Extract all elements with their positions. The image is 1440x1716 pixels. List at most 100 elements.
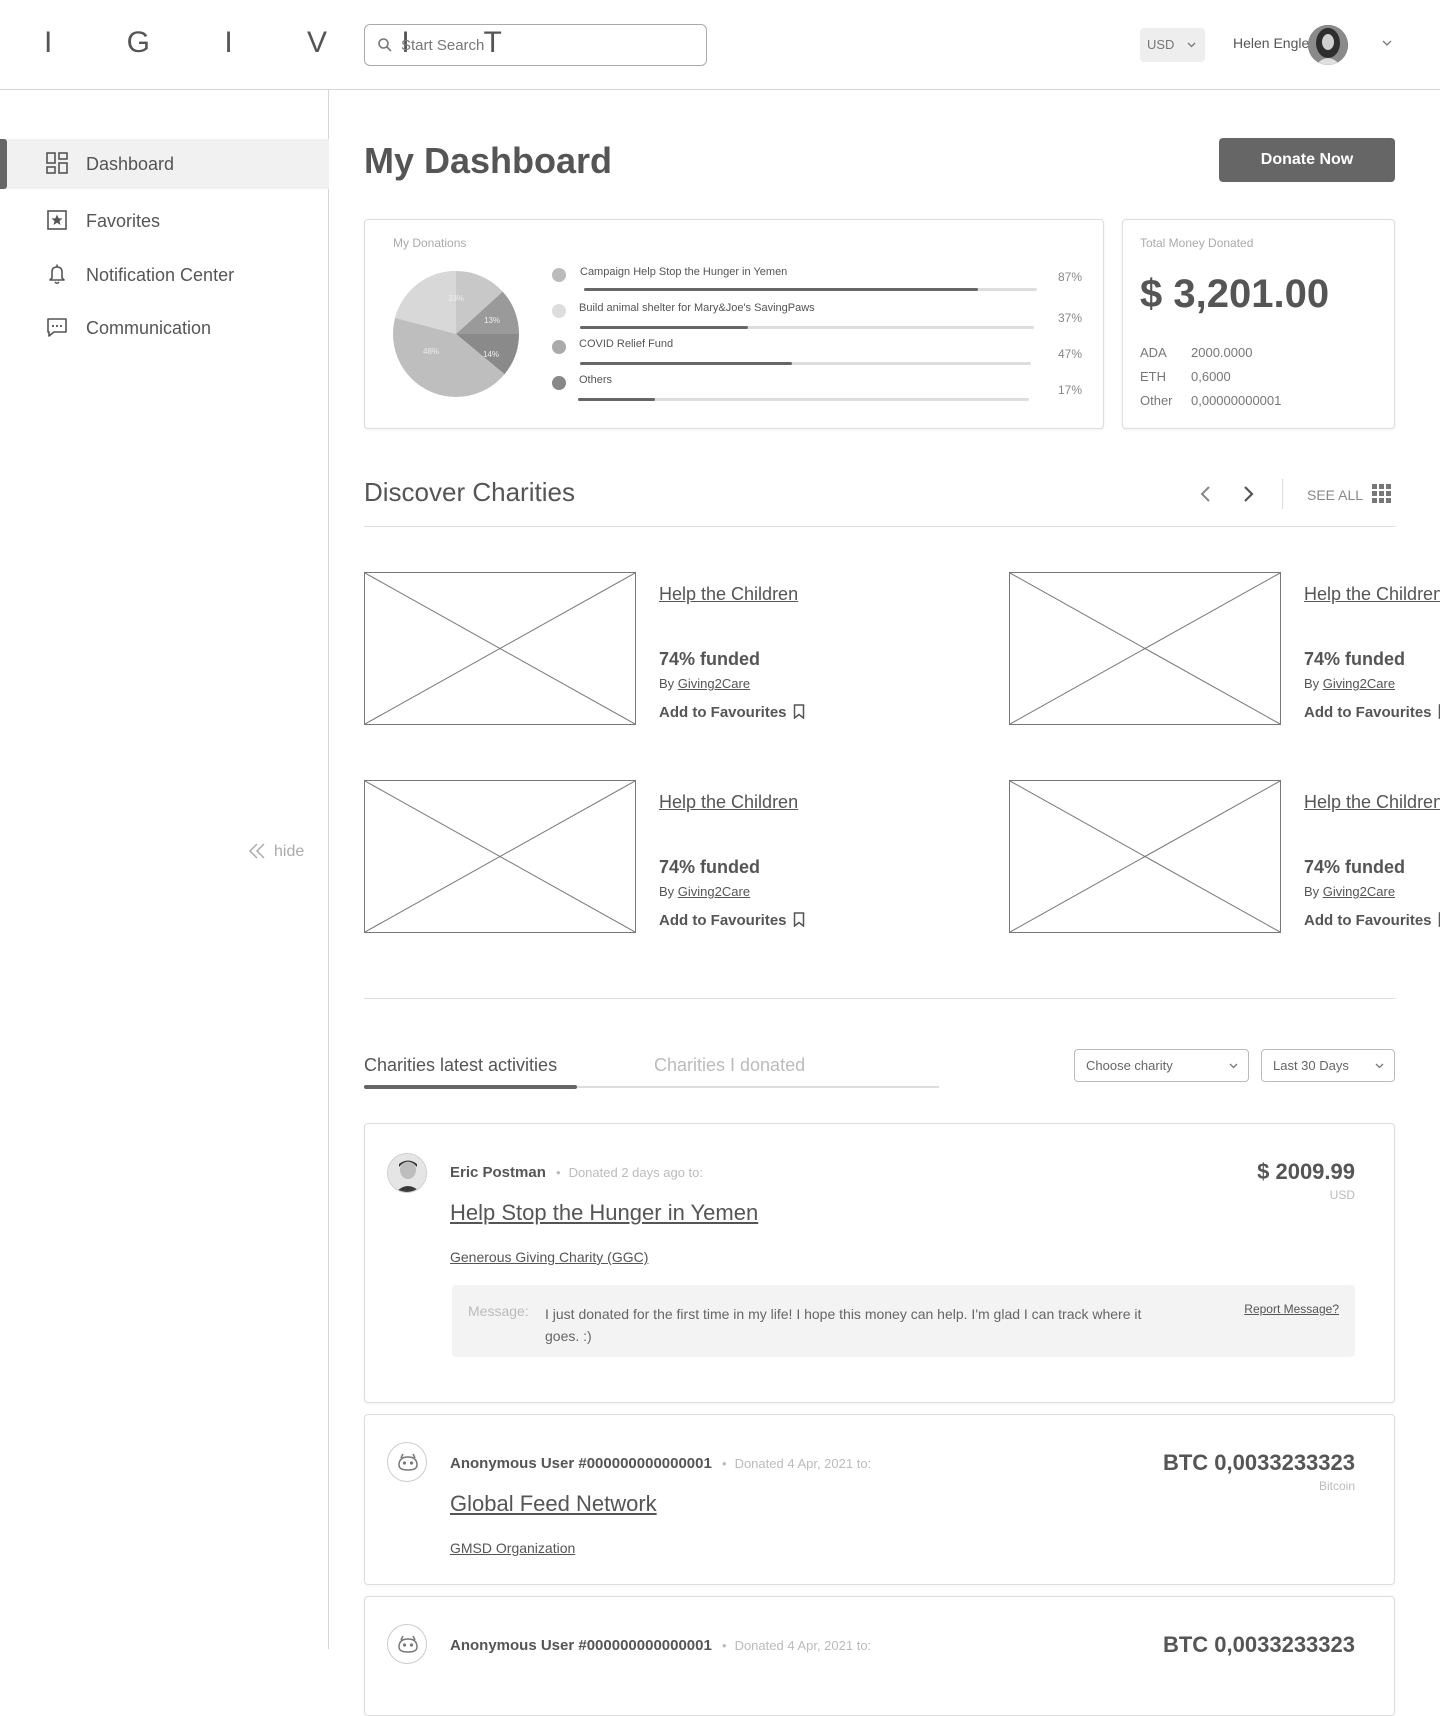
currency-value: USD: [1147, 37, 1175, 52]
chevron-down-icon[interactable]: [1382, 40, 1392, 46]
campaign-link[interactable]: Help Stop the Hunger in Yemen: [450, 1200, 758, 1226]
search-box[interactable]: [364, 24, 707, 66]
anonymous-avatar: [387, 1442, 427, 1482]
charity-image-placeholder[interactable]: [1009, 780, 1281, 933]
by-label: By: [659, 676, 675, 691]
bell-icon: [49, 264, 65, 285]
progress-fill: [580, 326, 748, 329]
charity-card: Help the Children 74% funded By Giving2Car…: [1009, 780, 1440, 935]
double-chevron-left-icon: [248, 843, 265, 859]
crypto-value: 0,6000: [1191, 369, 1231, 384]
see-all-link[interactable]: SEE ALL: [1307, 487, 1363, 503]
user-avatar[interactable]: [1308, 25, 1348, 65]
user-avatar[interactable]: [387, 1153, 427, 1193]
organizer-link[interactable]: Giving2Care: [678, 676, 750, 691]
donation-percent: 17%: [1057, 383, 1082, 397]
charity-organizer: By Giving2Care: [659, 676, 750, 691]
star-icon: [47, 210, 67, 230]
donation-meta-text: Donated 4 Apr, 2021 to:: [734, 1638, 872, 1653]
charity-title-link[interactable]: Help the Children: [659, 584, 798, 605]
donate-now-button[interactable]: Donate Now: [1219, 138, 1395, 182]
charity-title-link[interactable]: Help the Children: [659, 792, 798, 813]
anonymous-mask-icon: [398, 1453, 418, 1471]
organizer-link[interactable]: Giving2Care: [678, 884, 750, 899]
donation-name[interactable]: Build animal shelter for Mary&Joe's Savi…: [579, 302, 815, 314]
card-label: Total Money Donated: [1140, 236, 1254, 250]
progress-track: [578, 398, 1029, 401]
donation-meta-text: Donated 2 days ago to:: [568, 1165, 703, 1180]
hide-sidebar-button[interactable]: hide: [248, 843, 304, 861]
charity-image-placeholder[interactable]: [364, 780, 636, 933]
crypto-code: Other: [1140, 393, 1173, 408]
charity-card: Help the Children 74% funded By Giving2Car…: [364, 572, 924, 727]
tab-latest-activities[interactable]: Charities latest activities: [364, 1055, 557, 1076]
sidebar-item-label: Notification Center: [86, 264, 235, 285]
organization-link[interactable]: Generous Giving Charity (GGC): [450, 1249, 648, 1265]
pie-label: 33%: [448, 294, 464, 303]
chevron-right-icon[interactable]: [1241, 484, 1255, 504]
campaign-link[interactable]: Global Feed Network: [450, 1491, 657, 1517]
add-to-favourites-button[interactable]: Add to Favourites: [659, 912, 805, 929]
chat-icon: [47, 318, 67, 337]
donation-percent: 87%: [1057, 270, 1082, 284]
bullet: •: [722, 1456, 727, 1471]
period-dropdown[interactable]: Last 30 Days: [1261, 1049, 1395, 1082]
sidebar-item-favorites[interactable]: Favorites: [0, 196, 329, 246]
organizer-link[interactable]: Giving2Care: [1323, 676, 1395, 691]
donor-name[interactable]: Anonymous User #000000000000001: [450, 1637, 712, 1654]
donation-name[interactable]: Campaign Help Stop the Hunger in Yemen: [580, 266, 787, 278]
divider: [364, 526, 1395, 527]
add-to-favourites-label: Add to Favourites: [1304, 912, 1432, 929]
dropdown-value: Choose charity: [1086, 1058, 1173, 1073]
grid-icon[interactable]: [1372, 484, 1392, 504]
charity-organizer: By Giving2Care: [1304, 884, 1395, 899]
donation-percent: 37%: [1057, 311, 1082, 325]
charity-image-placeholder[interactable]: [1009, 572, 1281, 725]
card-label: My Donations: [393, 236, 467, 250]
progress-track: [580, 362, 1031, 365]
funded-percent: 74% funded: [659, 649, 761, 669]
tab-charities-donated[interactable]: Charities I donated: [654, 1055, 805, 1076]
sidebar-item-label: Dashboard: [86, 153, 175, 174]
sidebar-item-communication[interactable]: Communication: [0, 303, 329, 353]
activity-card: Anonymous User #000000000000001 • Donated…: [364, 1414, 1395, 1585]
progress-fill: [578, 398, 655, 401]
add-to-favourites-button[interactable]: Add to Favourites: [659, 704, 805, 721]
currency-select[interactable]: USD: [1140, 28, 1205, 62]
charity-image-placeholder[interactable]: [364, 572, 636, 725]
donation-name[interactable]: Others: [579, 374, 612, 386]
total-amount: $ 3,201.00: [1140, 272, 1330, 316]
organization-link[interactable]: GMSD Organization: [450, 1540, 575, 1556]
chevron-down-icon: [1375, 1063, 1384, 1069]
active-tab-indicator: [364, 1085, 577, 1089]
donor-name[interactable]: Anonymous User #000000000000001: [450, 1455, 712, 1472]
choose-charity-dropdown[interactable]: Choose charity: [1074, 1049, 1249, 1082]
search-icon: [378, 38, 392, 52]
sidebar-item-notification-center[interactable]: Notification Center: [0, 250, 329, 300]
donor-name[interactable]: Eric Postman: [450, 1164, 546, 1181]
sidebar: Dashboard Favorites Notification Center …: [0, 90, 329, 1649]
add-to-favourites-button[interactable]: Add to Favourites: [1304, 912, 1440, 929]
search-input[interactable]: [401, 33, 691, 57]
donation-name[interactable]: COVID Relief Fund: [579, 338, 673, 350]
chevron-left-icon[interactable]: [1199, 484, 1213, 504]
charity-card: Help the Children 74% funded By Giving2Car…: [1009, 572, 1440, 727]
organizer-link[interactable]: Giving2Care: [1323, 884, 1395, 899]
hide-label: hide: [274, 843, 305, 860]
charity-organizer: By Giving2Care: [659, 884, 750, 899]
donation-amount: $ 2009.99: [1257, 1159, 1355, 1184]
dropdown-value: Last 30 Days: [1273, 1058, 1349, 1073]
bullet: •: [722, 1638, 727, 1653]
charity-title-link[interactable]: Help the Children: [1304, 584, 1440, 605]
add-to-favourites-button[interactable]: Add to Favourites: [1304, 704, 1440, 721]
add-to-favourites-label: Add to Favourites: [659, 912, 787, 929]
sidebar-item-dashboard[interactable]: Dashboard: [0, 139, 329, 189]
report-message-link[interactable]: Report Message?: [1244, 1302, 1339, 1316]
progress-track: [584, 288, 1037, 291]
crypto-code: ADA: [1140, 345, 1167, 360]
sidebar-item-label: Favorites: [86, 210, 161, 231]
charity-title-link[interactable]: Help the Children: [1304, 792, 1440, 813]
chevron-down-icon: [1187, 42, 1196, 48]
activity-card: Anonymous User #000000000000001 • Donated…: [364, 1596, 1395, 1716]
pie-label: 14%: [483, 350, 499, 359]
